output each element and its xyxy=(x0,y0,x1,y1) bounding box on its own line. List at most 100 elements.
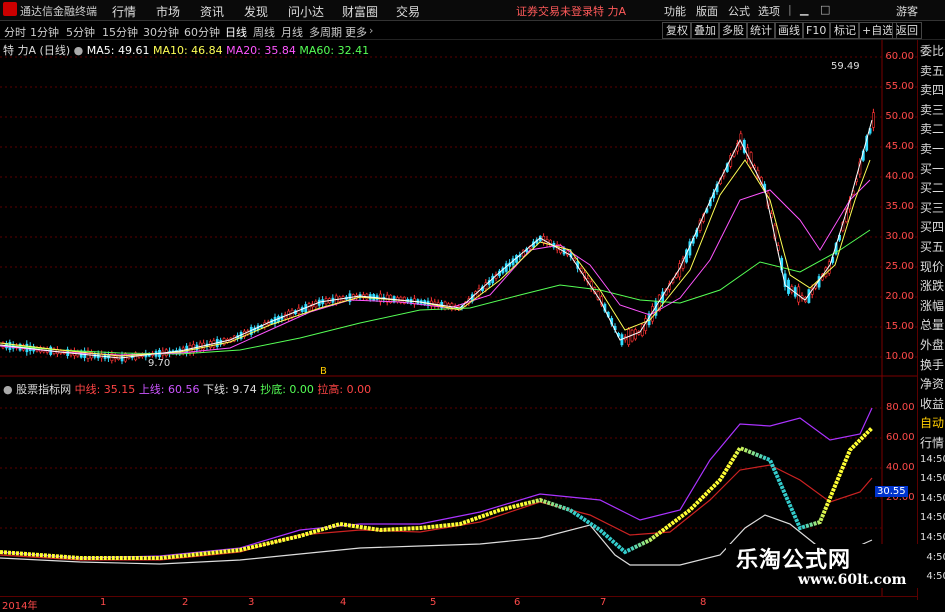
quote-panel-item: 14:50 xyxy=(920,473,945,485)
period-toolbar: 分时 1分钟 5分钟 15分钟 30分钟 60分钟 日线 周线 月线 多周期 更… xyxy=(0,21,945,40)
tool-fanhui[interactable]: 返回 xyxy=(892,22,922,39)
menu-faxian[interactable]: 发现 xyxy=(244,3,268,20)
tool-diejia[interactable]: 叠加 xyxy=(690,22,720,39)
quote-panel-item: 涨幅 xyxy=(920,298,945,313)
quote-panel-item: 14:50 xyxy=(920,492,945,504)
period-60min[interactable]: 60分钟 xyxy=(184,24,220,40)
y-tick: 35.00 xyxy=(885,201,914,212)
menu-zixun[interactable]: 资讯 xyxy=(200,3,224,20)
event-marker[interactable]: B xyxy=(320,366,327,377)
y-tick: 30.00 xyxy=(885,231,914,242)
y-tick: 50.00 xyxy=(885,111,914,122)
menu-gongshi[interactable]: 公式 xyxy=(728,3,750,19)
period-15min[interactable]: 15分钟 xyxy=(102,24,138,40)
ma60-line xyxy=(0,229,871,355)
quote-panel-item: 买二 xyxy=(920,181,945,196)
tool-fuquan[interactable]: 复权 xyxy=(662,22,692,39)
y-tick: 60.00 xyxy=(885,51,914,62)
menu-hangqing[interactable]: 行情 xyxy=(112,3,136,20)
guest-label[interactable]: 游客 xyxy=(896,3,918,19)
x-tick: 3 xyxy=(248,597,255,608)
x-tick: 6 xyxy=(514,597,521,608)
period-1min[interactable]: 1分钟 xyxy=(30,24,59,40)
minimize-icon[interactable]: ▁ xyxy=(800,3,808,16)
period-monthly[interactable]: 月线 xyxy=(281,24,303,40)
login-status[interactable]: 证券交易未登录 xyxy=(516,3,593,19)
sub-chart-legend: ● 股票指标网 中线: 35.15 上线: 60.56 下线: 9.74 抄底:… xyxy=(3,381,371,397)
menu-jiaoyi[interactable]: 交易 xyxy=(396,3,420,20)
indicator-lower: 下线: 9.74 xyxy=(203,383,257,396)
x-tick: 8 xyxy=(700,597,707,608)
x-tick: 1 xyxy=(100,597,107,608)
menu-gongneng[interactable]: 功能 xyxy=(664,3,686,19)
ma5-line xyxy=(0,119,873,359)
quote-panel-item: 涨跌 xyxy=(920,279,945,294)
quote-panel-item: 卖四 xyxy=(920,83,945,98)
menu-caifuquan[interactable]: 财富圈 xyxy=(342,3,378,20)
menu-wenxiaoda[interactable]: 问小达 xyxy=(288,3,324,20)
menu-xuanxiang[interactable]: 选项 xyxy=(758,3,780,19)
x-tick: 4 xyxy=(340,597,347,608)
quote-panel-item: 卖一 xyxy=(920,142,945,156)
quote-panel-item: 14:50 xyxy=(920,512,945,524)
tool-duogu[interactable]: 多股 xyxy=(718,22,748,39)
tool-huaxian[interactable]: 画线 xyxy=(774,22,804,39)
period-30min[interactable]: 30分钟 xyxy=(143,24,179,40)
tool-f10[interactable]: F10 xyxy=(802,22,831,39)
x-tick: 2014年 xyxy=(2,601,38,612)
menu-banmian[interactable]: 版面 xyxy=(696,3,718,19)
upper-line xyxy=(0,407,873,559)
period-multi[interactable]: 多周期 xyxy=(309,24,342,40)
watermark-cn: 乐淘公式网 xyxy=(736,548,852,573)
quote-panel-item: 行情 xyxy=(920,436,945,450)
quote-panel: 委比 卖五 卖四 卖三 卖二 卖一 买一 买二 买三 买四 买五 现价 涨跌 涨幅 总量 外盘 换手 净资 收益 自动… xyxy=(917,40,945,600)
period-more[interactable]: 更多 xyxy=(345,24,367,40)
current-value-tag: 30.55 xyxy=(875,486,908,497)
stock-title: 特 力A xyxy=(593,5,627,18)
chart-canvas[interactable]: 59.49 9.70 B xyxy=(0,40,917,596)
indicator-upper: 上线: 60.56 xyxy=(138,383,200,396)
watermark: 乐淘公式网 www.60lt.com xyxy=(726,544,926,588)
quote-panel-item: 买一 xyxy=(920,161,945,176)
price-low-label: 9.70 xyxy=(148,358,170,369)
app-logo xyxy=(3,2,17,16)
y-tick: 25.00 xyxy=(885,261,914,272)
quote-panel-item: 卖二 xyxy=(920,122,945,137)
indicator-mid: 中线: 35.15 xyxy=(74,383,136,396)
tool-tongji[interactable]: 统计 xyxy=(746,22,776,39)
x-axis: 2014年 1 2 3 4 5 6 7 8 xyxy=(0,596,917,612)
menu-shichang[interactable]: 市场 xyxy=(156,3,180,20)
top-menu-bar: 通达信金融终端 行情 市场 资讯 发现 问小达 财富圈 交易 证券交易未登录 特… xyxy=(0,0,945,21)
menu-separator: | xyxy=(788,3,792,16)
maximize-icon[interactable]: □ xyxy=(820,3,830,16)
y-tick: 40.00 xyxy=(885,171,914,182)
quote-panel-item: 买五 xyxy=(920,240,945,254)
quote-panel-item: 换手 xyxy=(920,357,945,372)
period-5min[interactable]: 5分钟 xyxy=(66,24,95,40)
watermark-url: www.60lt.com xyxy=(798,572,907,588)
quote-panel-item: 外盘 xyxy=(920,338,945,352)
chevron-right-icon[interactable]: › xyxy=(369,24,373,37)
quote-panel-item: 14:50 xyxy=(920,453,945,465)
settings-dot-icon[interactable]: ● xyxy=(3,383,13,396)
quote-panel-item: 现价 xyxy=(920,259,945,274)
period-weekly[interactable]: 周线 xyxy=(253,24,275,40)
y-tick: 20.00 xyxy=(885,291,914,302)
price-high-label: 59.49 xyxy=(831,61,860,72)
indicator-top: 拉高: 0.00 xyxy=(317,383,372,396)
y-tick: 15.00 xyxy=(885,321,914,332)
period-fenshi[interactable]: 分时 xyxy=(4,24,26,40)
quote-panel-item: 买三 xyxy=(920,200,945,215)
y-tick: 10.00 xyxy=(885,351,914,362)
indicator-name[interactable]: 股票指标网 xyxy=(16,383,71,396)
y-tick: 40.00 xyxy=(886,462,915,473)
y-tick: 55.00 xyxy=(885,81,914,92)
quote-panel-item: 卖五 xyxy=(920,63,945,78)
tool-biaoji[interactable]: 标记 xyxy=(830,22,860,39)
y-tick: 60.00 xyxy=(886,432,915,443)
signal-step-line xyxy=(0,426,874,560)
main-grid xyxy=(0,56,917,358)
period-daily[interactable]: 日线 xyxy=(225,24,247,40)
quote-panel-item: 14:50 xyxy=(920,532,945,543)
indicator-bottom: 抄底: 0.00 xyxy=(260,383,314,396)
